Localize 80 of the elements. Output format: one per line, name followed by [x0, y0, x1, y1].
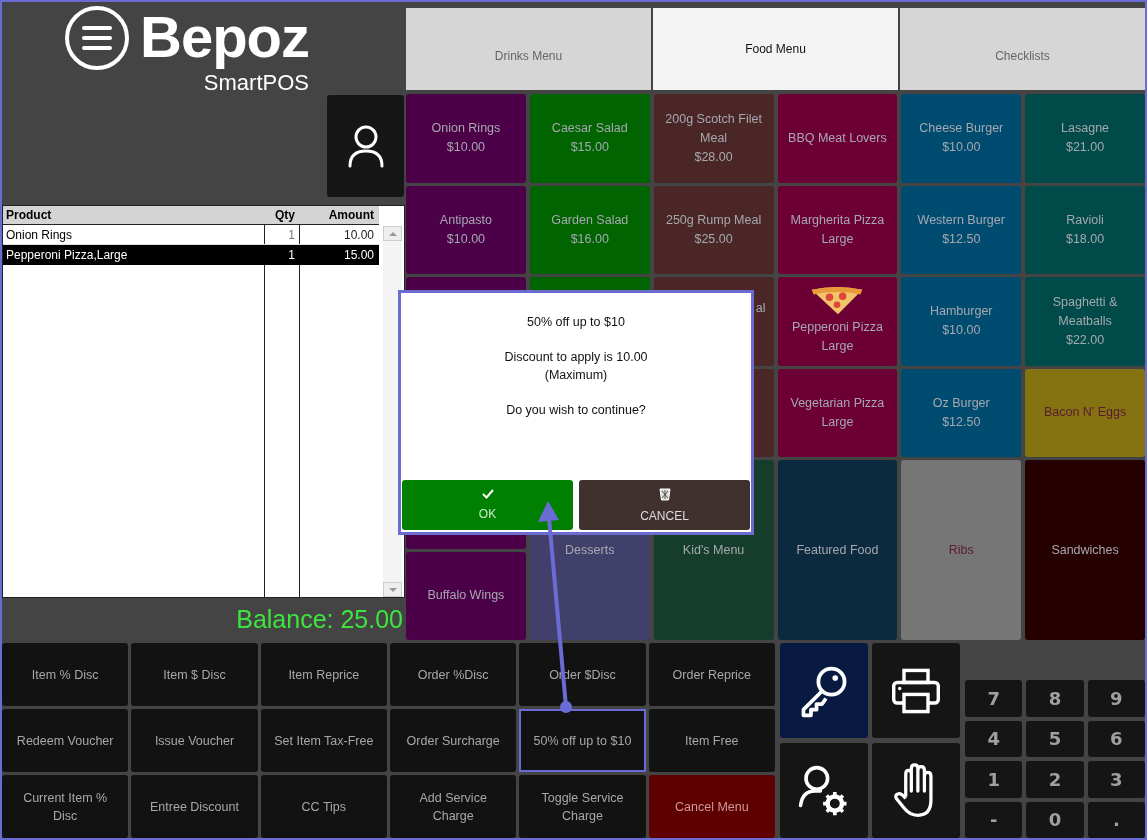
dialog-message: Discount to apply is 10.00 [504, 349, 648, 366]
dialog-message: Do you wish to continue? [506, 402, 646, 419]
up-arrow-icon [387, 230, 398, 237]
menu-icon[interactable] [64, 5, 130, 71]
customer-button[interactable] [327, 95, 404, 197]
menu-tile[interactable]: Hamburger $10.00 [901, 277, 1022, 366]
menu-tile[interactable]: Sandwiches [1025, 460, 1145, 640]
menu-tab[interactable]: Food Menu [653, 8, 898, 90]
keypad-key[interactable]: 1 [965, 761, 1023, 798]
function-button[interactable]: Order Surcharge [390, 709, 517, 772]
brand-tagline: SmartPOS [203, 71, 309, 95]
hand-button[interactable] [872, 743, 960, 838]
keypad-key[interactable]: . [1087, 801, 1145, 838]
keypad-key[interactable]: 2 [1026, 761, 1084, 798]
function-button[interactable]: Redeem Voucher [2, 709, 129, 772]
function-button[interactable]: Item Free [648, 709, 775, 772]
menu-tab[interactable]: Checklists [900, 8, 1145, 90]
key-button[interactable] [780, 643, 868, 738]
function-button[interactable]: CC Tips [260, 775, 387, 838]
function-button[interactable]: Order %Disc [390, 643, 517, 706]
table-cell-text: 1 [287, 247, 296, 262]
function-button[interactable]: Item $ Disc [131, 643, 258, 706]
menu-tile[interactable]: 200g Scotch Filet Meal $28.00 [653, 94, 774, 183]
menu-tile[interactable]: Oz Burger $12.50 [901, 368, 1022, 457]
down-arrow-icon [387, 586, 398, 593]
menu-tile[interactable]: 250g Rump Meal $25.00 [653, 185, 774, 274]
function-button[interactable]: Item % Disc [2, 643, 129, 706]
menu-tile[interactable]: BBQ Meat Lovers [777, 94, 898, 183]
keypad-key[interactable]: 0 [1026, 801, 1084, 838]
menu-tile[interactable]: Spaghetti & Meatballs $22.00 [1025, 277, 1145, 366]
column-header: Qty [274, 208, 296, 222]
table-cell-text: 10.00 [342, 227, 375, 242]
function-button[interactable]: Order Reprice [648, 643, 775, 706]
column-header: Amount [327, 208, 375, 222]
menu-tile[interactable]: Lasagne $21.00 [1025, 94, 1145, 183]
menu-tile[interactable]: Margherita Pizza Large [777, 185, 898, 274]
keypad-key[interactable]: 8 [1026, 680, 1084, 717]
menu-tile[interactable]: Onion Rings $10.00 [406, 94, 526, 183]
function-button[interactable]: Add Service Charge [390, 775, 517, 838]
balance-total: Balance: 25.00 [236, 604, 403, 634]
menu-tile[interactable]: Featured Food [777, 460, 898, 640]
menu-tile[interactable]: Pepperoni Pizza Large [777, 277, 898, 366]
function-button[interactable]: Set Item Tax-Free [260, 709, 387, 772]
cancel-button[interactable]: CANCEL [579, 480, 750, 530]
keypad-key[interactable]: 9 [1087, 680, 1145, 717]
table-cell-text: 15.00 [342, 247, 375, 262]
menu-tile[interactable]: Ravioli $18.00 [1025, 185, 1145, 274]
menu-tile[interactable]: Vegetarian Pizza Large [777, 368, 898, 457]
check-icon [481, 489, 494, 499]
function-button[interactable]: Toggle Service Charge [519, 775, 646, 838]
keypad-key[interactable]: 7 [965, 680, 1023, 717]
function-button[interactable]: Entree Discount [131, 775, 258, 838]
function-button[interactable]: 50% off up to $10 [519, 709, 646, 772]
function-button[interactable]: Current Item % Disc [2, 775, 129, 838]
function-button[interactable]: Cancel Menu [648, 775, 775, 838]
table-cell-text: Onion Rings [5, 227, 74, 242]
menu-tile[interactable]: Western Burger $12.50 [901, 185, 1022, 274]
order-row[interactable]: Pepperoni Pizza,Large 1 15.00 [3, 245, 379, 265]
brand-name: Bepoz [140, 3, 309, 71]
keypad-key[interactable]: 6 [1087, 720, 1145, 757]
print-button[interactable] [872, 643, 960, 738]
keypad-key[interactable]: 3 [1087, 761, 1145, 798]
printer-icon [890, 666, 942, 715]
user-settings-button[interactable] [780, 743, 868, 838]
menu-tile[interactable]: Antipasto $10.00 [406, 185, 526, 274]
menu-tile[interactable]: Buffalo Wings [406, 551, 526, 640]
ok-button[interactable]: OK [402, 480, 573, 530]
table-cell-text: Pepperoni Pizza,Large [5, 247, 129, 262]
menu-tab[interactable]: Drinks Menu [406, 8, 651, 90]
menu-tile[interactable]: Cheese Burger $10.00 [901, 94, 1022, 183]
function-button[interactable]: Item Reprice [260, 643, 387, 706]
dialog-message: 50% off up to $10 [527, 314, 625, 331]
keypad-key[interactable]: 4 [965, 720, 1023, 757]
table-cell-text: 1 [287, 227, 296, 242]
function-button[interactable]: Issue Voucher [131, 709, 258, 772]
trash-icon [658, 487, 671, 501]
dialog-message: (Maximum) [544, 367, 608, 384]
keypad-key[interactable]: 5 [1026, 720, 1084, 757]
keypad-key[interactable]: - [965, 801, 1023, 838]
column-header: Product [5, 208, 53, 222]
